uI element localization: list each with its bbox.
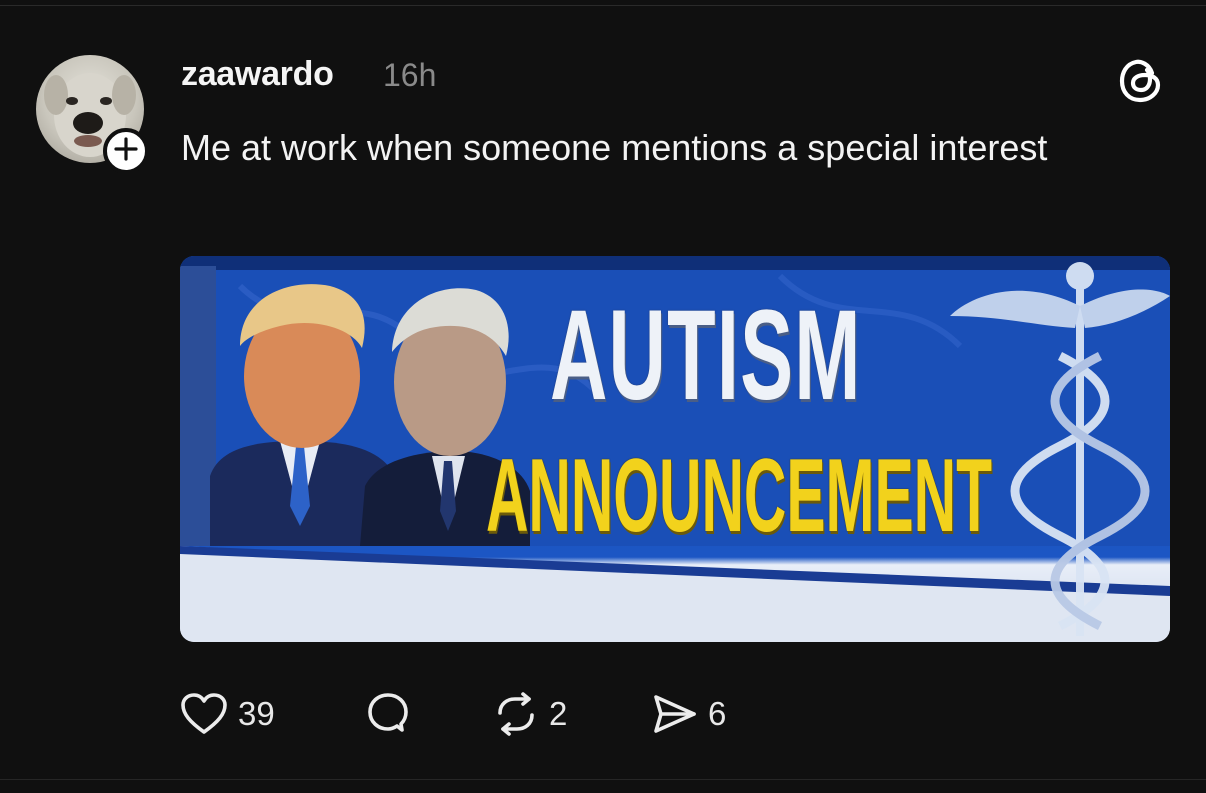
author-avatar[interactable]: [36, 55, 149, 174]
heart-icon: [180, 692, 228, 736]
bottom-divider: [0, 779, 1206, 780]
comment-icon: [364, 690, 412, 738]
repost-count: 2: [549, 695, 568, 732]
post-timestamp: 16h: [383, 57, 437, 93]
post-body-text: Me at work when someone mentions a speci…: [181, 127, 1048, 168]
top-divider: [0, 5, 1206, 6]
like-count: 39: [238, 695, 275, 732]
post-image[interactable]: AUTISM ANNOUNCEMENT: [180, 256, 1170, 642]
share-count: 6: [708, 695, 727, 732]
follow-button[interactable]: [103, 128, 149, 174]
send-icon: [650, 692, 698, 736]
reply-button[interactable]: [364, 688, 412, 740]
threads-logo-icon[interactable]: [1116, 55, 1166, 105]
plus-icon: [114, 136, 138, 166]
repost-button[interactable]: 2: [493, 688, 567, 740]
repost-icon: [493, 691, 539, 737]
author-username[interactable]: zaawardo: [181, 55, 334, 94]
share-button[interactable]: 6: [650, 688, 726, 740]
image-headline-line-2: ANNOUNCEMENT: [486, 438, 992, 554]
image-headline-line-1: AUTISM: [550, 284, 862, 427]
like-button[interactable]: 39: [180, 688, 275, 740]
